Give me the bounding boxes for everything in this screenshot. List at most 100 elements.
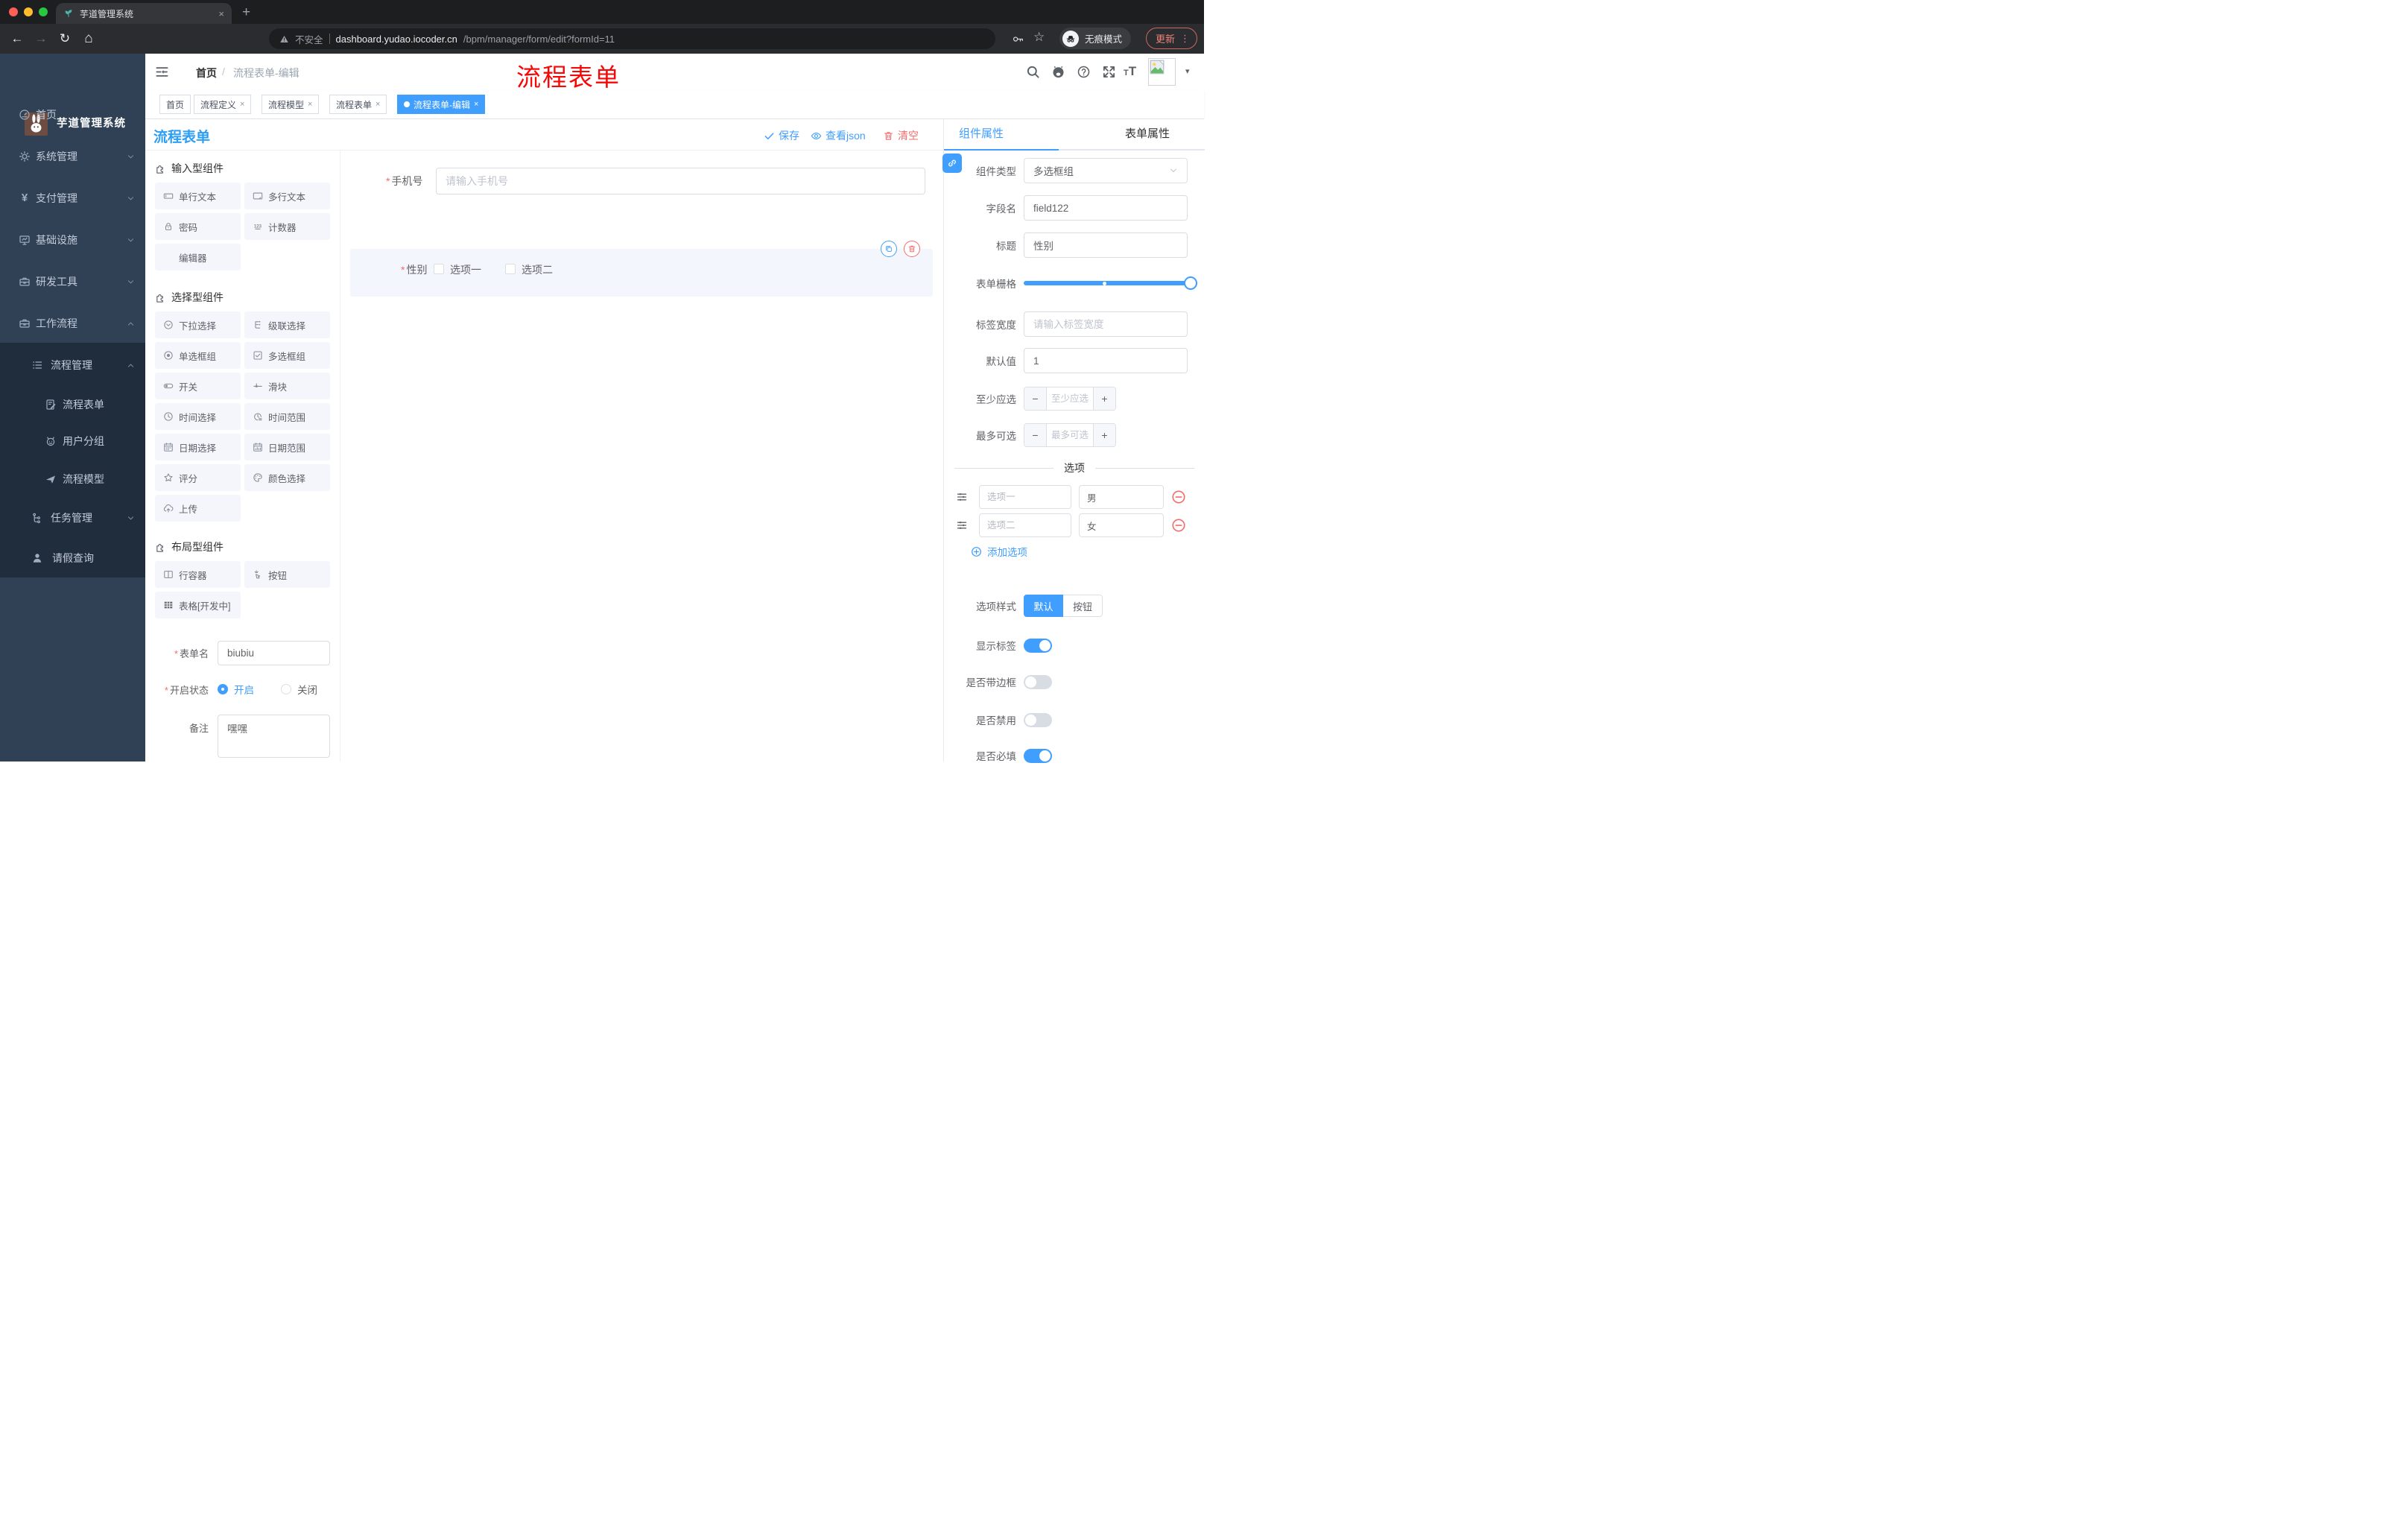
form-grid-slider[interactable] bbox=[1024, 276, 1197, 290]
tag-process-form-edit[interactable]: 流程表单-编辑 × bbox=[397, 95, 486, 114]
form-remark-textarea[interactable]: 嘿嘿 bbox=[218, 715, 330, 758]
component-multi-text[interactable]: 多行文本 bbox=[244, 183, 330, 209]
style-default-button[interactable]: 默认 bbox=[1024, 595, 1063, 617]
disabled-toggle[interactable] bbox=[1024, 712, 1052, 727]
save-button[interactable]: 保存 bbox=[764, 128, 799, 143]
min-select-input[interactable] bbox=[1047, 387, 1093, 410]
component-type-select[interactable]: 多选框组 bbox=[1024, 158, 1188, 183]
component-counter[interactable]: 123 计数器 bbox=[244, 213, 330, 240]
component-checkbox-group[interactable]: 多选框组 bbox=[244, 342, 330, 369]
chevron-down-icon[interactable]: ▾ bbox=[1185, 66, 1190, 76]
sidebar-item-home[interactable]: 首页 bbox=[0, 98, 145, 131]
sidebar-item-user-group[interactable]: 用户分组 bbox=[0, 425, 145, 457]
star-icon[interactable]: ☆ bbox=[1033, 30, 1045, 45]
checkbox-option-1[interactable] bbox=[434, 264, 444, 274]
key-icon[interactable] bbox=[1012, 33, 1024, 45]
window-minimize-button[interactable] bbox=[24, 7, 33, 16]
stepper-minus-button[interactable]: − bbox=[1024, 387, 1047, 410]
option-1-value-input[interactable] bbox=[1079, 485, 1164, 509]
sidebar-item-process-mgmt[interactable]: 流程管理 bbox=[0, 349, 145, 381]
window-close-button[interactable] bbox=[9, 7, 18, 16]
component-select[interactable]: 下拉选择 bbox=[155, 311, 241, 338]
show-label-toggle[interactable] bbox=[1024, 638, 1052, 653]
url-bar[interactable]: 不安全 dashboard.yudao.iocoder.cn/bpm/manag… bbox=[269, 28, 995, 49]
sidebar-item-leave-query[interactable]: 请假查询 bbox=[0, 542, 145, 574]
component-date-picker[interactable]: 日期选择 bbox=[155, 434, 241, 460]
browser-tab[interactable]: 芋道管理系统 × bbox=[56, 3, 232, 24]
home-icon[interactable]: ⌂ bbox=[80, 30, 97, 48]
delete-component-button[interactable] bbox=[904, 241, 920, 257]
stepper-plus-button[interactable]: + bbox=[1093, 424, 1115, 446]
radio-open[interactable] bbox=[218, 684, 228, 694]
component-time-range[interactable]: 时间范围 bbox=[244, 403, 330, 430]
tag-process-definition[interactable]: 流程定义 × bbox=[194, 95, 252, 114]
sidebar-item-payment[interactable]: ¥ 支付管理 bbox=[0, 182, 145, 215]
tag-close-icon[interactable]: × bbox=[474, 100, 478, 109]
slider-thumb[interactable] bbox=[1184, 276, 1197, 290]
stepper-minus-button[interactable]: − bbox=[1024, 424, 1047, 446]
sidebar-item-process-form[interactable]: 流程表单 bbox=[0, 388, 145, 421]
back-icon[interactable]: ← bbox=[9, 30, 25, 48]
label-width-input[interactable] bbox=[1024, 311, 1188, 337]
checkbox-option-2[interactable] bbox=[505, 264, 516, 274]
checkbox-option-2-label[interactable]: 选项二 bbox=[522, 262, 553, 277]
phone-field-input[interactable] bbox=[436, 168, 925, 194]
component-slider[interactable]: 滑块 bbox=[244, 373, 330, 399]
max-select-input[interactable] bbox=[1047, 424, 1093, 446]
new-tab-button[interactable]: + bbox=[242, 3, 250, 22]
forward-icon[interactable]: → bbox=[33, 30, 49, 48]
breadcrumb-home[interactable]: 首页 bbox=[196, 66, 217, 80]
drag-handle-icon[interactable] bbox=[956, 491, 968, 503]
remove-option-icon[interactable] bbox=[1171, 518, 1186, 533]
form-name-input[interactable] bbox=[218, 641, 330, 665]
required-toggle[interactable] bbox=[1024, 748, 1052, 763]
form-canvas[interactable]: *手机号 *性别 选项一 选项二 bbox=[340, 151, 943, 762]
view-json-button[interactable]: 查看json bbox=[811, 128, 866, 143]
option-1-label-input[interactable] bbox=[979, 485, 1071, 509]
component-rate[interactable]: 评分 bbox=[155, 464, 241, 491]
sidebar-item-task-mgmt[interactable]: 任务管理 bbox=[0, 501, 145, 534]
component-date-range[interactable]: 日期范围 bbox=[244, 434, 330, 460]
component-table[interactable]: 表格[开发中] bbox=[155, 592, 241, 618]
tab-close-icon[interactable]: × bbox=[218, 8, 224, 19]
component-time-picker[interactable]: 时间选择 bbox=[155, 403, 241, 430]
avatar[interactable] bbox=[1148, 58, 1176, 86]
tag-process-model[interactable]: 流程模型 × bbox=[262, 95, 320, 114]
tag-close-icon[interactable]: × bbox=[308, 100, 312, 109]
tab-form-props[interactable]: 表单属性 bbox=[1125, 119, 1170, 149]
clear-button[interactable]: 清空 bbox=[883, 128, 919, 143]
title-input[interactable] bbox=[1024, 232, 1188, 258]
component-row-container[interactable]: 行容器 bbox=[155, 561, 241, 588]
component-cascader[interactable]: 级联选择 bbox=[244, 311, 330, 338]
github-icon[interactable] bbox=[1051, 65, 1065, 79]
option-2-value-input[interactable] bbox=[1079, 513, 1164, 537]
component-radio-group[interactable]: 单选框组 bbox=[155, 342, 241, 369]
fullscreen-icon[interactable] bbox=[1102, 65, 1116, 79]
sidebar-item-process-model[interactable]: 流程模型 bbox=[0, 463, 145, 495]
search-icon[interactable] bbox=[1026, 65, 1040, 79]
tab-component-props[interactable]: 组件属性 bbox=[959, 119, 1004, 149]
drag-handle-icon[interactable] bbox=[956, 519, 968, 531]
fontsize-icon[interactable]: TT bbox=[1124, 64, 1136, 79]
copy-component-button[interactable] bbox=[881, 241, 897, 257]
stepper-plus-button[interactable]: + bbox=[1093, 387, 1115, 410]
selected-component-gender[interactable]: * 性别 选项一 选项二 bbox=[350, 241, 933, 297]
option-2-label-input[interactable] bbox=[979, 513, 1071, 537]
window-zoom-button[interactable] bbox=[39, 7, 48, 16]
reload-icon[interactable]: ↻ bbox=[57, 30, 73, 48]
component-password[interactable]: 密码 bbox=[155, 213, 241, 240]
remove-option-icon[interactable] bbox=[1171, 490, 1186, 504]
style-button-button[interactable]: 按钮 bbox=[1063, 595, 1103, 617]
component-color-picker[interactable]: 颜色选择 bbox=[244, 464, 330, 491]
component-single-text[interactable]: 单行文本 bbox=[155, 183, 241, 209]
sidebar-collapse-icon[interactable] bbox=[155, 65, 169, 79]
component-button[interactable]: 按钮 bbox=[244, 561, 330, 588]
border-toggle[interactable] bbox=[1024, 674, 1052, 689]
checkbox-option-1-label[interactable]: 选项一 bbox=[450, 262, 481, 277]
component-upload[interactable]: 上传 bbox=[155, 495, 241, 522]
tag-process-form[interactable]: 流程表单 × bbox=[329, 95, 387, 114]
tag-close-icon[interactable]: × bbox=[240, 100, 244, 109]
add-option-button[interactable]: 添加选项 bbox=[971, 544, 1027, 559]
tag-home[interactable]: 首页 bbox=[159, 95, 191, 114]
radio-closed-label[interactable]: 关闭 bbox=[297, 682, 317, 697]
